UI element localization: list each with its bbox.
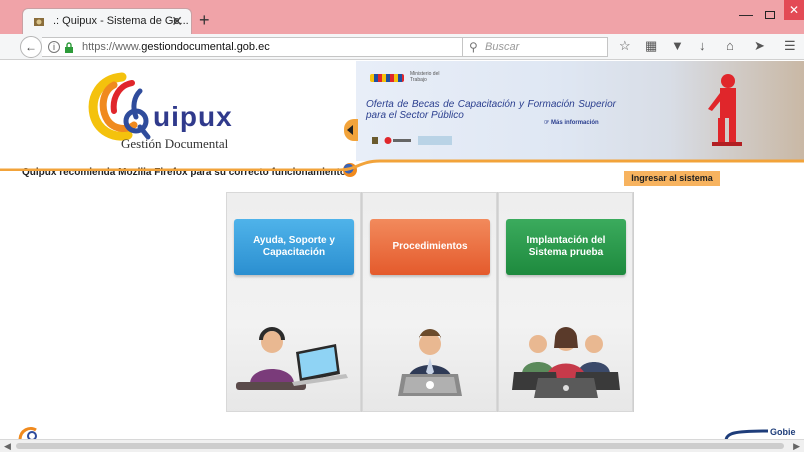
scholarship-offer-text: Oferta de Becas de Capacitación y Formac… (366, 99, 616, 121)
scroll-right-icon[interactable]: ▶ (793, 441, 800, 452)
ministerio-dots-icon (370, 74, 404, 82)
quipux-subtitle: Gestión Documental (121, 136, 229, 151)
partner-logos (370, 136, 460, 146)
url-text: https://www.gestiondocumental.gob.ec (82, 41, 270, 53)
page-content: uipux Gestión Documental Quipux recomien… (0, 61, 804, 439)
pocket-icon[interactable]: ▼ (671, 39, 684, 53)
bookmark-star-icon[interactable]: ☆ (619, 39, 631, 53)
maximize-icon (765, 11, 775, 19)
navigation-bar: ← i https://www.gestiondocumental.gob.ec… (0, 34, 804, 60)
tab-close-icon[interactable]: ✕ (171, 13, 183, 30)
secap-logo-icon (418, 136, 452, 145)
search-bar[interactable]: ⚲ Buscar (462, 37, 608, 57)
tile-ayuda[interactable]: Ayuda, Soporte y Capacitación (226, 192, 362, 412)
ministerio-logo: Ministerio del Trabajo (370, 71, 450, 85)
login-button[interactable]: Ingresar al sistema (624, 171, 720, 186)
chess-pawn-figure-icon (708, 74, 742, 146)
quipux-logo-text: uipux (153, 101, 233, 132)
home-icon[interactable]: ⌂ (726, 39, 734, 53)
close-window-button[interactable]: ✕ (784, 0, 804, 20)
procedimientos-button[interactable]: Procedimientos (370, 219, 490, 275)
ministerio-label: Ministerio del Trabajo (410, 71, 440, 83)
implantacion-button[interactable]: Implantación del Sistema prueba (506, 219, 626, 275)
search-icon: ⚲ (469, 40, 478, 54)
info-icon[interactable]: i (48, 41, 60, 53)
footer-left-logo-icon (18, 426, 37, 439)
url-bar[interactable]: i https://www.gestiondocumental.gob.ec ↻ (42, 37, 495, 57)
quipux-logo-icon (88, 72, 151, 141)
gobierno-logo: Gobie (722, 427, 804, 439)
promo-banner[interactable]: Ministerio del Trabajo Oferta de Becas d… (344, 61, 804, 161)
maximize-button[interactable] (760, 6, 780, 24)
new-tab-button[interactable]: + (199, 11, 210, 29)
quipux-header: uipux Gestión Documental Quipux recomien… (0, 61, 360, 178)
coat-of-arms-icon (372, 137, 378, 144)
more-info-link[interactable]: ☞ Más información (544, 119, 599, 126)
support-agent-illustration-icon (236, 327, 348, 390)
business-person-illustration-icon (398, 329, 462, 396)
cedoet-logo-icon (384, 137, 411, 144)
scrollbar-thumb[interactable] (16, 443, 784, 449)
service-tiles: Ayuda, Soporte y Capacitación Procedimie… (226, 192, 634, 412)
bookmarks-library-icon[interactable]: ▦ (645, 39, 657, 53)
tab-title: .: Quipux - Sistema de Ge... (53, 15, 189, 27)
download-icon[interactable]: ↓ (699, 39, 706, 53)
title-bar: .: Quipux - Sistema de Ge... ✕ + — ✕ (0, 0, 804, 34)
browser-window: .: Quipux - Sistema de Ge... ✕ + — ✕ ← i… (0, 0, 804, 452)
carousel-prev-icon[interactable] (344, 119, 358, 141)
menu-icon[interactable]: ☰ (784, 39, 796, 53)
horizontal-scrollbar[interactable]: ◀ ▶ (0, 439, 804, 452)
scroll-left-icon[interactable]: ◀ (4, 441, 11, 452)
search-placeholder: Buscar (485, 41, 520, 53)
back-button[interactable]: ← (20, 36, 42, 58)
share-icon[interactable]: ➤ (754, 39, 765, 53)
browser-tab[interactable]: .: Quipux - Sistema de Ge... ✕ (22, 8, 192, 34)
minimize-button[interactable]: — (736, 6, 756, 24)
gobierno-text: Gobie (770, 427, 796, 437)
header-divider-wave (0, 159, 804, 171)
tile-implantacion[interactable]: Implantación del Sistema prueba (498, 192, 634, 412)
ayuda-soporte-button[interactable]: Ayuda, Soporte y Capacitación (234, 219, 354, 275)
gobierno-emblem-icon (724, 429, 768, 439)
team-illustration-icon (512, 327, 620, 398)
site-favicon-icon (34, 18, 44, 26)
tile-procedimientos[interactable]: Procedimientos (362, 192, 498, 412)
lock-icon (65, 42, 73, 53)
